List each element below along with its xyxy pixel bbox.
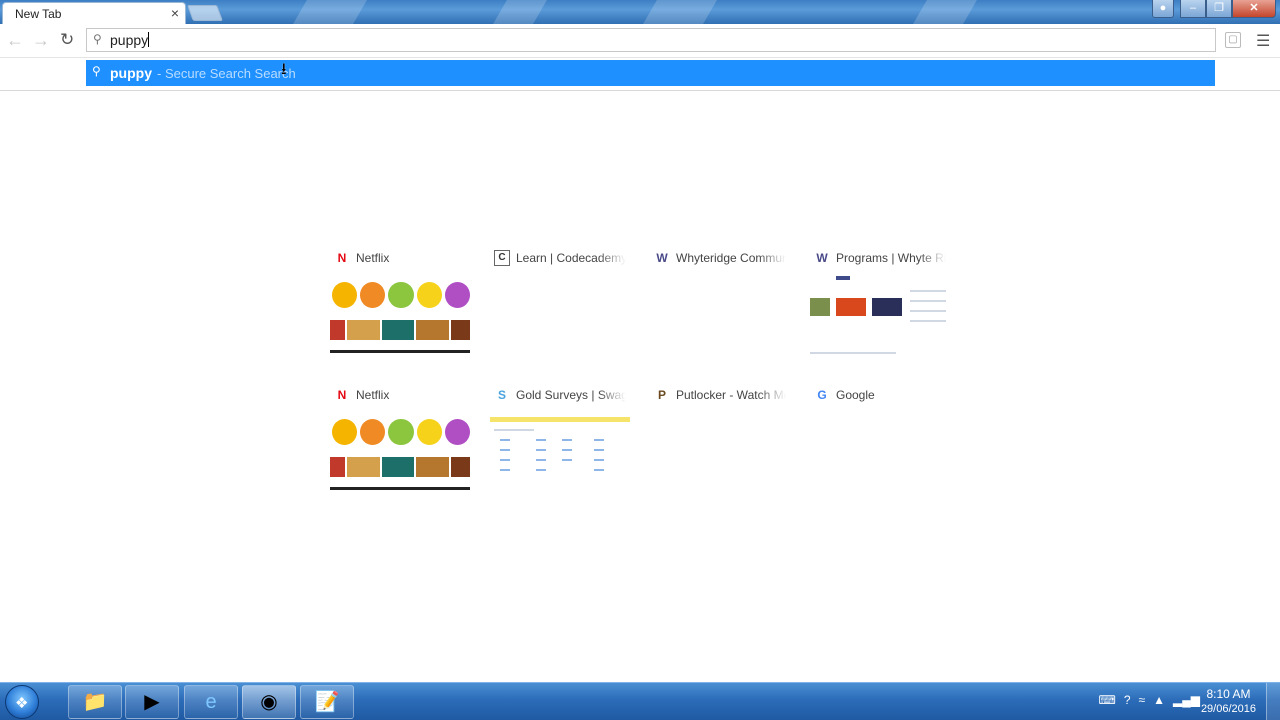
browser-toolbar: ← → ↻ ⚲ puppy ▢ ☰ bbox=[0, 24, 1280, 58]
most-visited-tile[interactable]: N Netflix bbox=[330, 387, 470, 509]
tile-thumbnail bbox=[490, 270, 630, 356]
signal-icon[interactable]: ▂▄▆ bbox=[1173, 693, 1200, 707]
window-controls: ● – ❐ ✕ bbox=[1152, 0, 1276, 18]
omnibox-text: puppy bbox=[110, 32, 149, 48]
tile-thumbnail bbox=[810, 270, 950, 356]
tile-title: Programs | Whyte Ridge bbox=[836, 251, 946, 265]
clock[interactable]: 8:10 AM 29/06/2016 bbox=[1201, 687, 1256, 717]
search-icon: ⚲ bbox=[93, 32, 102, 46]
tile-title: Learn | Codecademy bbox=[516, 251, 626, 265]
most-visited-tile[interactable]: S Gold Surveys | Swagbucks bbox=[490, 387, 630, 509]
most-visited-tile[interactable]: C Learn | Codecademy bbox=[490, 250, 630, 372]
swagbucks-icon: S bbox=[497, 388, 506, 402]
back-arrow-icon[interactable]: ← bbox=[6, 30, 24, 51]
tab-new-tab[interactable]: New Tab × bbox=[2, 2, 186, 24]
tile-thumbnail bbox=[650, 270, 790, 356]
user-icon[interactable]: ● bbox=[1152, 0, 1174, 18]
extension-icon[interactable]: ▢ bbox=[1225, 32, 1241, 48]
close-icon[interactable]: × bbox=[171, 5, 179, 21]
tile-title: Gold Surveys | Swagbucks bbox=[516, 388, 626, 402]
tile-thumbnail bbox=[330, 407, 470, 493]
show-hidden-icons-icon[interactable]: ▲ bbox=[1153, 693, 1165, 707]
titlebar-decoration bbox=[293, 0, 367, 24]
taskbar: ❖ 📁 ▶ e ◉ 📝 ⌨ ? ≈ ▲ ▂▄▆ 8:10 AM 29/06/20… bbox=[0, 682, 1280, 720]
explorer-icon[interactable]: 📁 bbox=[68, 685, 122, 719]
tile-thumbnail bbox=[490, 407, 630, 493]
text-caret bbox=[148, 32, 150, 47]
menu-icon[interactable]: ☰ bbox=[1256, 31, 1270, 51]
show-desktop-button[interactable] bbox=[1266, 683, 1280, 720]
forward-arrow-icon[interactable]: → bbox=[32, 30, 50, 51]
tile-thumbnail bbox=[650, 407, 790, 493]
media-player-icon[interactable]: ▶ bbox=[125, 685, 179, 719]
tile-thumbnail bbox=[330, 270, 470, 356]
internet-explorer-icon[interactable]: e bbox=[184, 685, 238, 719]
suggestion-query: puppy bbox=[110, 65, 152, 81]
most-visited-tile[interactable]: N Netflix bbox=[330, 250, 470, 372]
tab-title: New Tab bbox=[15, 7, 62, 21]
new-tab-button[interactable] bbox=[187, 5, 223, 21]
omnibox-input[interactable]: ⚲ puppy bbox=[86, 28, 1216, 52]
omnibox-dropdown: ⚲ puppy - Secure Search Search bbox=[0, 58, 1280, 91]
close-window-button[interactable]: ✕ bbox=[1232, 0, 1276, 18]
google-icon: G bbox=[817, 388, 827, 402]
netflix-icon: N bbox=[337, 388, 347, 402]
most-visited-tile[interactable]: G Google bbox=[810, 387, 950, 509]
network-icon[interactable]: ≈ bbox=[1139, 693, 1146, 707]
suggestion-description: - Secure Search Search bbox=[157, 66, 296, 81]
tile-title: Netflix bbox=[356, 251, 390, 265]
tile-title: Netflix bbox=[356, 388, 390, 402]
most-visited-tile[interactable]: W Whyteridge Community bbox=[650, 250, 790, 372]
help-icon[interactable]: ? bbox=[1124, 693, 1131, 707]
minimize-button[interactable]: – bbox=[1180, 0, 1206, 18]
notepad-icon[interactable]: 📝 bbox=[300, 685, 354, 719]
whyteridge-icon: W bbox=[816, 251, 828, 265]
clock-time: 8:10 AM bbox=[1206, 687, 1251, 701]
titlebar-decoration bbox=[913, 0, 977, 24]
tile-thumbnail bbox=[810, 407, 950, 493]
window-titlebar: New Tab × ● – ❐ ✕ bbox=[0, 0, 1280, 24]
most-visited-tile[interactable]: P Putlocker - Watch Movies bbox=[650, 387, 790, 509]
putlocker-icon: P bbox=[657, 388, 666, 402]
mouse-cursor-icon: ⭳ bbox=[281, 61, 287, 78]
maximize-button[interactable]: ❐ bbox=[1206, 0, 1232, 18]
reload-icon[interactable]: ↻ bbox=[60, 30, 74, 50]
codecademy-icon: C bbox=[494, 250, 510, 266]
tile-title: Google bbox=[836, 388, 875, 402]
chrome-icon[interactable]: ◉ bbox=[242, 685, 296, 719]
tile-title: Putlocker - Watch Movies bbox=[676, 388, 786, 402]
tile-title: Whyteridge Community bbox=[676, 251, 786, 265]
titlebar-decoration bbox=[643, 0, 717, 24]
suggestion-item[interactable]: ⚲ puppy - Secure Search Search bbox=[86, 60, 1215, 86]
whyteridge-icon: W bbox=[656, 251, 668, 265]
start-button[interactable]: ❖ bbox=[5, 685, 39, 719]
clock-date: 29/06/2016 bbox=[1200, 703, 1256, 715]
most-visited-tile[interactable]: W Programs | Whyte Ridge bbox=[810, 250, 950, 372]
system-tray: ⌨ ? ≈ ▲ ▂▄▆ bbox=[1099, 693, 1200, 707]
keyboard-icon[interactable]: ⌨ bbox=[1099, 693, 1116, 707]
search-icon: ⚲ bbox=[92, 64, 101, 78]
titlebar-decoration bbox=[493, 0, 547, 24]
windows-icon: ❖ bbox=[15, 695, 29, 712]
netflix-icon: N bbox=[337, 251, 347, 265]
